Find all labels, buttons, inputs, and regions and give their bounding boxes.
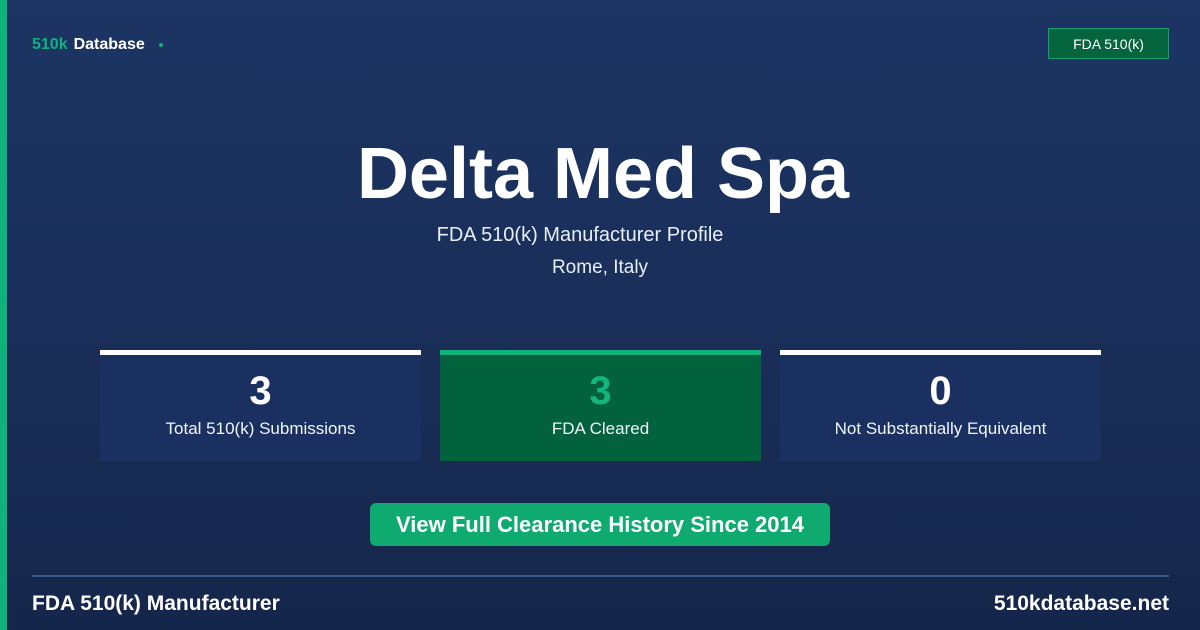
brand-name-text: Database [73, 36, 145, 53]
stat-label: Not Substantially Equivalent [834, 419, 1047, 438]
page-title: Delta Med Spa [356, 134, 850, 214]
footer-site-link[interactable]: 510kdatabase.net [994, 592, 1169, 616]
brand-dot-icon [158, 43, 163, 47]
fda-510k-badge: FDA 510(k) [1048, 28, 1169, 59]
manufacturer-location: Rome, Italy [551, 257, 649, 278]
stat-label: Total 510(k) Submissions [165, 419, 356, 438]
stat-card-fda-cleared: 3 FDA Cleared [440, 350, 761, 461]
stat-card-total-submissions: 3 Total 510(k) Submissions [100, 350, 421, 461]
view-clearance-history-button[interactable]: View Full Clearance History Since 2014 [370, 503, 830, 546]
left-accent-bar [0, 0, 7, 630]
brand-logo[interactable]: 510k Database [32, 36, 163, 54]
page-subtitle: FDA 510(k) Manufacturer Profile [436, 224, 724, 246]
stat-value: 3 [249, 369, 272, 413]
stat-value: 3 [589, 369, 612, 413]
footer-category-label: FDA 510(k) Manufacturer [32, 592, 280, 615]
stat-value: 0 [929, 369, 952, 413]
stat-card-not-substantially-equivalent: 0 Not Substantially Equivalent [780, 350, 1101, 461]
footer-divider [32, 575, 1169, 577]
brand-accent-text: 510k [32, 36, 68, 53]
stat-label: FDA Cleared [551, 419, 650, 438]
